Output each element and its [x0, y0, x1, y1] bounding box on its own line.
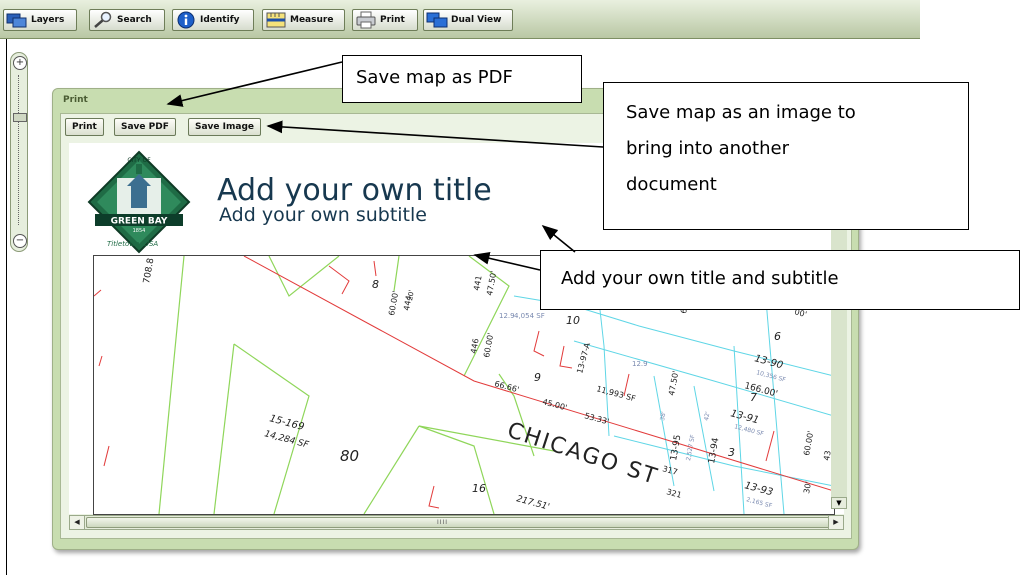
map-label: 53.33': [583, 411, 610, 426]
map-label: 446: [469, 338, 481, 355]
callout-title-subtitle: Add your own title and subtitle: [540, 250, 1020, 310]
map-label: 10,356 SF: [755, 369, 786, 384]
map-label: 321: [665, 487, 682, 500]
logo-bottom-text: Titletown, USA: [107, 240, 158, 248]
logo-year: 1854: [133, 228, 146, 234]
map-label: 3: [728, 446, 735, 459]
zoom-slider[interactable]: + −: [10, 52, 28, 252]
zoom-thumb[interactable]: [13, 113, 27, 122]
map-label: 16: [472, 482, 486, 495]
scroll-grip: IIII: [437, 519, 449, 526]
zoom-track[interactable]: [18, 75, 21, 225]
map-label: 10: [566, 314, 580, 327]
map-label: 20': [406, 289, 416, 301]
callout-save-image-line: Save map as an image to: [626, 102, 856, 123]
map-label: 60.00': [387, 290, 400, 316]
map-label: 441: [472, 275, 484, 292]
map-label: 11,993 SF: [595, 384, 637, 403]
map-label: 47.50': [667, 370, 680, 396]
callout-save-image-line: document: [626, 174, 717, 195]
map-title: Add your own title: [217, 173, 492, 208]
map-label: 45.00': [541, 397, 568, 412]
scroll-right-arrow[interactable]: ▶: [828, 516, 843, 529]
map-label: 14,284 SF: [263, 429, 310, 451]
callout-title-subtitle-text: Add your own title and subtitle: [561, 268, 839, 289]
map-subtitle: Add your own subtitle: [219, 204, 427, 226]
map-label: 13-97-A: [575, 341, 592, 374]
map-label: 60.00': [802, 430, 815, 456]
map-label: 15-169: [268, 413, 305, 433]
map-label: 8: [372, 278, 379, 291]
search-icon: [92, 11, 114, 29]
map-label: 317: [661, 464, 678, 477]
layers-icon: [6, 11, 28, 29]
map-label: 12.9: [632, 360, 648, 368]
identify-button[interactable]: Identify: [172, 9, 254, 31]
map-label: 2,165 SF: [745, 496, 773, 510]
info-icon: [175, 11, 197, 29]
print-panel-title: Print: [63, 95, 88, 105]
map-label: 12.9: [499, 312, 515, 320]
map-label: 12,480 SF: [733, 423, 764, 438]
map-label: 42': [703, 411, 712, 422]
main-toolbar: Layers Search Identify Measure Print Dua…: [0, 0, 920, 39]
map-label: 708.8: [142, 257, 156, 284]
map-label: 13-95: [669, 434, 683, 461]
dual-view-icon: [426, 11, 448, 29]
map-label: 80: [340, 447, 359, 465]
map-label: 7: [750, 391, 757, 404]
zoom-out-button[interactable]: −: [13, 234, 27, 248]
scroll-down-arrow[interactable]: ▼: [831, 497, 847, 509]
map-label: 30': [802, 481, 813, 495]
search-button[interactable]: Search: [89, 9, 165, 31]
callout-save-image: Save map as an image to bring into anoth…: [603, 82, 969, 230]
horizontal-scroll-thumb[interactable]: IIII: [86, 517, 831, 528]
map-label: 217.51': [515, 494, 550, 512]
scroll-left-arrow[interactable]: ◀: [70, 516, 85, 529]
callout-save-image-line: bring into another: [626, 138, 789, 159]
callout-save-pdf-text: Save map as PDF: [356, 67, 513, 88]
map-label: 38': [659, 411, 668, 422]
save-image-button[interactable]: Save Image: [188, 118, 262, 136]
zoom-in-button[interactable]: +: [13, 56, 27, 70]
street-name-label: CHICAGO ST: [504, 418, 661, 490]
page-left-border: [6, 20, 7, 575]
layers-button[interactable]: Layers: [3, 9, 77, 31]
dual-view-button[interactable]: Dual View: [423, 9, 513, 31]
printer-icon: [355, 11, 377, 29]
map-label: 6: [774, 330, 781, 343]
map-label: 47.50': [485, 270, 498, 296]
save-pdf-button[interactable]: Save PDF: [114, 118, 176, 136]
map-label: 66.66': [493, 379, 520, 394]
map-label: 2,527 SF: [685, 434, 697, 462]
callout-save-pdf: Save map as PDF: [342, 55, 582, 103]
print-button[interactable]: Print: [65, 118, 104, 136]
horizontal-scrollbar[interactable]: ◀ IIII ▶: [69, 515, 844, 530]
map-label: 13-91: [729, 408, 760, 426]
logo-band-text: GREEN BAY: [111, 217, 168, 227]
logo-top-text: CITY OF: [127, 157, 151, 164]
green-bay-logo: CITY OF GREEN BAY 1854 Titletown, USA: [87, 150, 191, 254]
print-toolbar-button[interactable]: Print: [352, 9, 418, 31]
map-label: 13-94: [707, 437, 721, 465]
map-label: 4,054 SF: [514, 312, 545, 320]
ruler-icon: [265, 11, 287, 29]
map-label: 9: [534, 371, 541, 384]
measure-button[interactable]: Measure: [262, 9, 345, 31]
